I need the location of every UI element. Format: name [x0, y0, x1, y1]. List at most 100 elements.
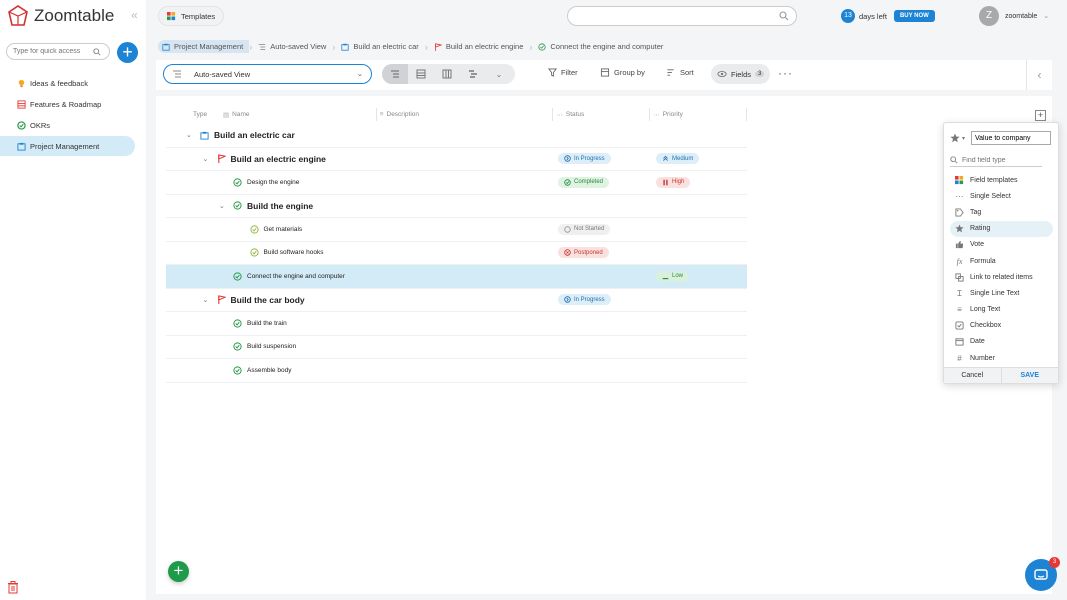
templates-button[interactable]: Templates	[158, 6, 225, 26]
field-type-single-select[interactable]: ⋯ Single Select	[950, 188, 1053, 204]
more-views-button[interactable]: ⌄	[486, 64, 512, 84]
field-type-field-templates[interactable]: Field templates	[950, 172, 1053, 188]
field-name-input[interactable]	[971, 131, 1052, 145]
row-title[interactable]: Build the train	[247, 320, 287, 327]
breadcrumb-item-car[interactable]: Build an electric car	[335, 40, 424, 53]
breadcrumb-item-connect[interactable]: Connect the engine and computer	[532, 40, 669, 53]
row-title[interactable]: Design the engine	[247, 179, 299, 186]
row-title[interactable]: Build an electric engine	[231, 154, 326, 164]
status-badge[interactable]: In Progress	[558, 294, 611, 306]
table-row[interactable]: Connect the engine and computer Low	[166, 265, 747, 289]
row-title[interactable]: Build the car body	[231, 295, 305, 305]
filter-button[interactable]: Filter	[548, 68, 578, 77]
table-row[interactable]: Get materials Not Started	[166, 218, 747, 242]
sidebar-item-features-roadmap[interactable]: Features & Roadmap	[0, 94, 136, 114]
status-badge[interactable]: Not Started	[558, 223, 611, 235]
project-icon	[162, 43, 170, 51]
field-type-search[interactable]	[950, 154, 1042, 167]
trash-icon[interactable]	[7, 581, 19, 594]
row-name-cell: Build the train	[219, 319, 287, 328]
board-view-button[interactable]	[434, 64, 460, 84]
status-badge[interactable]: In Progress	[558, 153, 611, 165]
gantt-view-button[interactable]	[460, 64, 486, 84]
field-type-long-text[interactable]: ≡ Long Text	[950, 302, 1053, 318]
row-title[interactable]: Assemble body	[247, 367, 291, 374]
add-item-button[interactable]: +	[168, 561, 189, 582]
field-type-checkbox[interactable]: Checkbox	[950, 318, 1053, 334]
field-type-vote[interactable]: Vote	[950, 237, 1053, 253]
user-menu[interactable]: Z zoomtable ⌄	[979, 6, 1049, 26]
expand-toggle-icon[interactable]: ⌄	[219, 202, 228, 210]
flag-icon	[435, 42, 442, 51]
status-badge[interactable]: Postponed	[558, 247, 609, 259]
group-by-button[interactable]: Group by	[600, 68, 645, 77]
table-view-button[interactable]	[408, 64, 434, 84]
chat-button[interactable]: 3	[1025, 557, 1060, 591]
row-name-cell: ⌄ Build an electric engine	[203, 154, 326, 164]
table-row[interactable]: ⌄ Build an electric car	[166, 124, 747, 148]
breadcrumb-item-project[interactable]: Project Management	[158, 40, 250, 53]
sidebar-item-ideas-feedback[interactable]: Ideas & feedback	[0, 73, 136, 93]
long-text-icon: ≡	[379, 111, 384, 118]
status-badge[interactable]: Completed	[558, 176, 610, 188]
row-title[interactable]: Build software hooks	[264, 249, 324, 256]
sidebar-item-project-management[interactable]: Project Management	[0, 136, 135, 156]
save-button[interactable]: SAVE	[1002, 368, 1059, 383]
row-title[interactable]: Connect the engine and computer	[247, 273, 345, 280]
collapse-sidebar-icon[interactable]: «	[131, 8, 138, 22]
priority-badge[interactable]: Low	[656, 270, 690, 282]
star-icon[interactable]	[950, 133, 960, 143]
sort-button[interactable]: Sort	[666, 68, 694, 77]
chevron-down-icon[interactable]: ▾	[962, 135, 965, 142]
table-row[interactable]: Build software hooks Postponed	[166, 242, 747, 265]
quick-access-input[interactable]	[13, 48, 93, 55]
collapse-right-icon[interactable]: ‹	[1026, 60, 1052, 90]
breadcrumb-item-view[interactable]: Auto-saved View	[252, 40, 332, 53]
field-type-link-to-related-items[interactable]: Link to related items	[950, 269, 1053, 285]
breadcrumb-label: Project Management	[174, 42, 244, 51]
add-column-button[interactable]: +	[1035, 110, 1046, 121]
status-label: In Progress	[574, 155, 605, 162]
column-header-name[interactable]: ▤ Name	[196, 108, 377, 121]
expand-toggle-icon[interactable]: ⌄	[203, 155, 212, 163]
app-name: Zoomtable	[34, 6, 115, 25]
tree-view-button[interactable]	[382, 64, 408, 84]
add-workspace-button[interactable]: +	[117, 42, 138, 63]
field-type-tag[interactable]: Tag	[950, 204, 1053, 220]
field-type-number[interactable]: # Number	[950, 350, 1053, 366]
sidebar-item-okrs[interactable]: OKRs	[0, 115, 136, 135]
column-header-status[interactable]: ⋯ Status	[553, 108, 651, 121]
fields-button[interactable]: Fields 3	[711, 64, 771, 84]
column-header-description[interactable]: ≡ Description	[377, 108, 554, 121]
column-header-priority[interactable]: ⋯ Priority	[650, 108, 747, 121]
table-row[interactable]: ⌄ Build the engine	[166, 195, 747, 218]
row-title[interactable]: Build suspension	[247, 343, 296, 350]
expand-toggle-icon[interactable]: ⌄	[186, 131, 195, 139]
app-logo[interactable]: Zoomtable	[6, 4, 114, 28]
field-type-single-line-text[interactable]: Ɪ Single Line Text	[950, 285, 1053, 301]
row-title[interactable]: Build the engine	[247, 201, 313, 211]
row-title[interactable]: Get materials	[264, 226, 303, 233]
table-row[interactable]: Assemble body	[166, 359, 747, 383]
table-row[interactable]: Build the train	[166, 312, 747, 336]
buy-now-button[interactable]: BUY NOW	[893, 10, 935, 22]
table-row[interactable]: ⌄ Build an electric engine In Progress Medi…	[166, 148, 747, 171]
breadcrumb-item-engine[interactable]: Build an electric engine	[428, 40, 530, 53]
row-title[interactable]: Build an electric car	[214, 130, 295, 140]
field-type-rating[interactable]: Rating	[950, 220, 1053, 237]
quick-access-search[interactable]	[6, 43, 110, 60]
priority-badge[interactable]: Medium	[656, 153, 700, 165]
table-row[interactable]: Design the engine Completed High	[166, 171, 747, 195]
table-row[interactable]: Build suspension	[166, 336, 747, 359]
field-type-date[interactable]: Date	[950, 334, 1053, 350]
table-row[interactable]: ⌄ Build the car body In Progress	[166, 289, 747, 312]
field-type-search-input[interactable]	[962, 156, 1042, 164]
priority-badge[interactable]: High	[656, 176, 691, 188]
field-type-formula[interactable]: fx Formula	[950, 253, 1053, 269]
column-header-type[interactable]: Type	[166, 108, 207, 121]
expand-toggle-icon[interactable]: ⌄	[203, 296, 212, 304]
cancel-button[interactable]: Cancel	[944, 368, 1002, 383]
view-select[interactable]: Auto-saved View ⌄	[163, 64, 372, 84]
more-options-icon[interactable]: ···	[778, 66, 793, 80]
global-search-input[interactable]	[567, 6, 797, 26]
